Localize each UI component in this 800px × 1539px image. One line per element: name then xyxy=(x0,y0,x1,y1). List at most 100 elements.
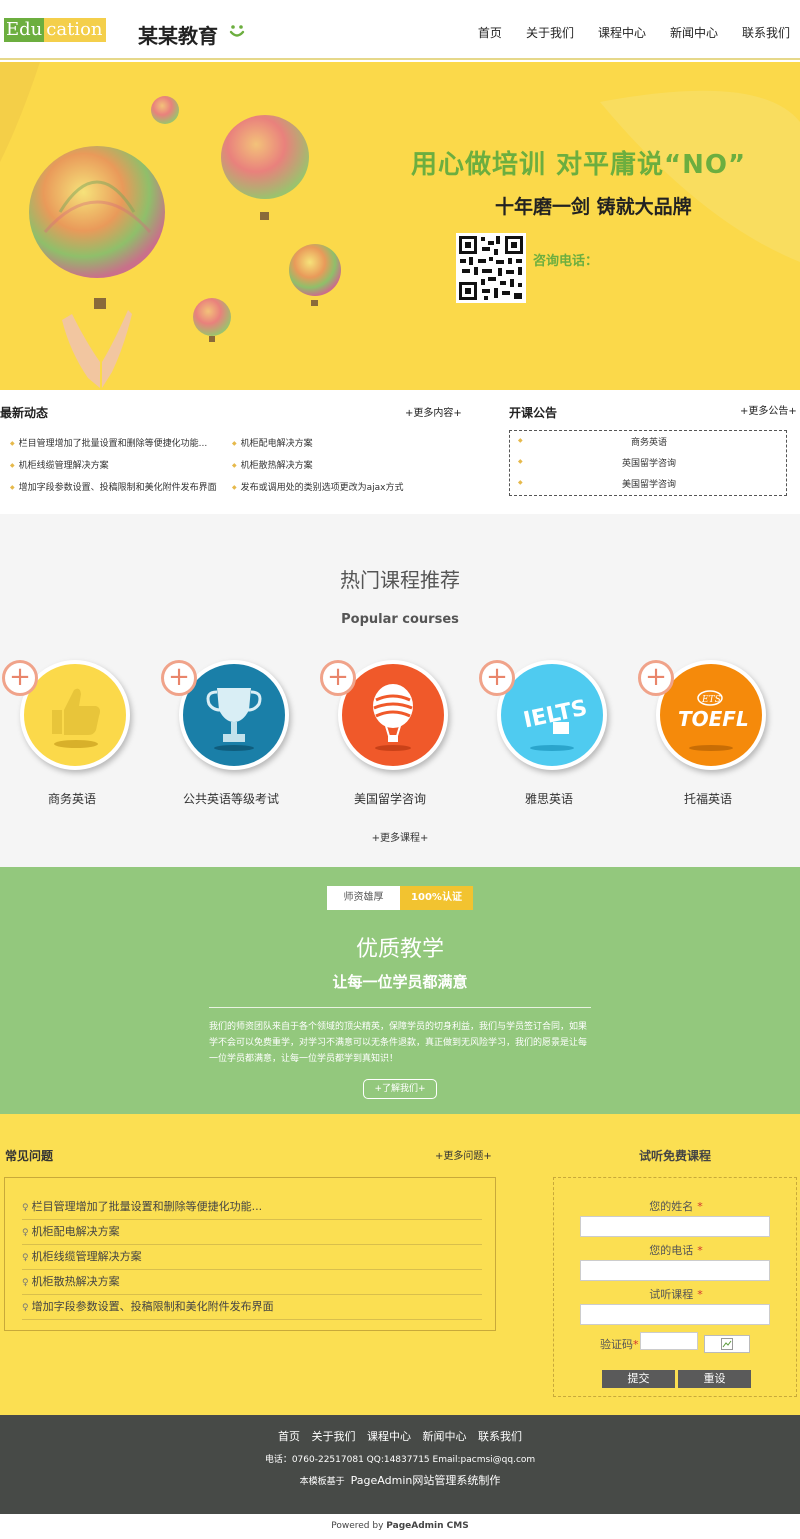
course-plus-icon[interactable]: + xyxy=(161,660,197,696)
divider xyxy=(209,1007,591,1008)
qr-code-icon xyxy=(456,233,526,303)
bullet-icon: ◆ xyxy=(518,458,523,465)
footer-contact: 电话：0760-22517081 QQ:14837715 Email:pacms… xyxy=(264,1455,536,1465)
captcha-label-text: 验证码 xyxy=(600,1338,633,1351)
notice-list: ◆ 商务英语 ◆ 英国留学咨询 ◆ 美国留学咨询 xyxy=(509,430,787,496)
captcha-label: 验证码* xyxy=(600,1336,639,1352)
submit-button[interactable]: 提交 xyxy=(602,1370,675,1388)
teacher-tag: 师资雄厚 xyxy=(327,886,400,910)
course-card-public-english[interactable]: + 公共英语等级考试 xyxy=(161,660,291,810)
course-input[interactable] xyxy=(580,1304,770,1325)
balloon-medium xyxy=(221,115,309,199)
ielts-logo-icon: IELTS xyxy=(521,696,590,751)
news-item[interactable]: 机柜配电解决方案 xyxy=(232,436,313,449)
site-name: 某某教育 xyxy=(138,24,218,48)
nav-contact[interactable]: 联系我们 xyxy=(742,24,790,41)
news-title: 最新动态 xyxy=(0,406,49,420)
captcha-image[interactable] xyxy=(704,1335,750,1353)
required-mark: * xyxy=(697,1244,703,1257)
course-card-toefl[interactable]: ETS TOEFL + 托福英语 xyxy=(638,660,768,810)
courses-more-link[interactable]: +更多课程+ xyxy=(0,829,800,844)
required-mark: * xyxy=(697,1200,703,1213)
news-item[interactable]: 机柜线缆管理解决方案 xyxy=(10,458,109,471)
footer-nav-contact[interactable]: 联系我们 xyxy=(478,1430,522,1443)
powered-brand-link[interactable]: PageAdmin CMS xyxy=(386,1521,468,1531)
popular-courses-section: 热门课程推荐 Popular courses + 商务英语 + 公共英语等级考试 xyxy=(0,514,800,867)
news-item[interactable]: 发布或调用处的类别选项更改为ajax方式 xyxy=(232,480,404,493)
thumbs-up-icon xyxy=(52,688,100,748)
ets-logo-text: ETS xyxy=(701,695,721,705)
banner-illustration xyxy=(0,62,800,388)
course-plus-icon[interactable]: + xyxy=(2,660,38,696)
banner-title: 用心做培训 对平庸说“NO” xyxy=(411,150,747,180)
notice-item-label: 英国留学咨询 xyxy=(621,459,676,469)
nav-about[interactable]: 关于我们 xyxy=(526,24,574,41)
footer-credit: 本模板基于 PageAdmin网站管理系统制作 xyxy=(0,1472,800,1488)
news-item[interactable]: 增加字段参数设置、投稿限制和美化附件发布界面 xyxy=(10,480,217,493)
notice-more-link[interactable]: +更多公告+ xyxy=(740,402,797,417)
learn-more-button[interactable]: +了解我们+ xyxy=(363,1079,437,1099)
balloon-large xyxy=(29,146,165,278)
footer-nav-about[interactable]: 关于我们 xyxy=(312,1430,356,1443)
faq-item[interactable]: 机柜配电解决方案 xyxy=(22,1220,482,1245)
footer-nav-courses[interactable]: 课程中心 xyxy=(367,1430,411,1443)
course-name: 公共英语等级考试 xyxy=(182,792,279,806)
course-plus-icon[interactable]: + xyxy=(320,660,356,696)
phone-input[interactable] xyxy=(580,1260,770,1281)
footer-credit-link[interactable]: PageAdmin网站管理系统制作 xyxy=(351,1474,501,1487)
notice-item-label: 美国留学咨询 xyxy=(621,480,676,490)
courses-subtitle: Popular courses xyxy=(341,612,459,627)
notice-item-label: 商务英语 xyxy=(630,438,667,448)
quality-subtitle: 让每一位学员都满意 xyxy=(332,973,468,991)
faq-item[interactable]: 机柜散热解决方案 xyxy=(22,1270,482,1295)
reset-button[interactable]: 重设 xyxy=(678,1370,751,1388)
name-label-text: 您的姓名 xyxy=(649,1200,694,1213)
course-plus-icon[interactable]: + xyxy=(638,660,674,696)
notice-item[interactable]: ◆ 商务英语 xyxy=(518,435,780,448)
captcha-input[interactable] xyxy=(640,1332,698,1350)
smile-icon xyxy=(229,25,245,37)
name-input[interactable] xyxy=(580,1216,770,1237)
nav-courses[interactable]: 课程中心 xyxy=(598,24,646,41)
faq-title: 常见问题 xyxy=(5,1149,54,1163)
footer-nav-news[interactable]: 新闻中心 xyxy=(423,1430,467,1443)
balloon-icon xyxy=(373,684,413,751)
faq-more-link[interactable]: +更多问题+ xyxy=(435,1147,492,1162)
phone-label: 咨询电话： xyxy=(533,254,599,269)
trial-form: 您的姓名 * 您的电话 * 试听课程 * 验证码* 提交 重设 xyxy=(553,1177,797,1397)
quality-description: 我们的师资团队来自于各个领域的顶尖精英，保障学员的切身利益，我们与学员签订合同，… xyxy=(209,1022,588,1064)
course-card-us-study[interactable]: + 美国留学咨询 xyxy=(320,660,450,810)
news-more-link[interactable]: +更多内容+ xyxy=(405,404,462,419)
phone-label-text: 您的电话 xyxy=(649,1244,694,1257)
footer-nav: 首页 关于我们 课程中心 新闻中心 联系我们 xyxy=(0,1428,800,1444)
logo[interactable]: Edu cation xyxy=(4,18,106,42)
nav-news[interactable]: 新闻中心 xyxy=(670,24,718,41)
hero-banner: 用心做培训 对平庸说“NO” 十年磨一剑 铸就大品牌 咨询电话： xyxy=(0,62,800,390)
hand-left xyxy=(62,314,100,388)
trophy-icon xyxy=(206,688,262,751)
course-card-business-english[interactable]: + 商务英语 xyxy=(2,660,132,810)
course-plus-icon[interactable]: + xyxy=(479,660,515,696)
balloon-small-top xyxy=(151,96,179,124)
notice-item[interactable]: ◆ 英国留学咨询 xyxy=(518,456,780,469)
broken-image-icon xyxy=(721,1338,733,1350)
footer-nav-home[interactable]: 首页 xyxy=(278,1430,300,1443)
phone-label: 您的电话 * xyxy=(554,1242,798,1258)
news-item[interactable]: 栏目管理增加了批量设置和删除等便捷化功能... xyxy=(10,436,208,449)
balloon-right xyxy=(289,244,341,296)
course-name: 托福英语 xyxy=(683,792,732,806)
news-item[interactable]: 机柜散热解决方案 xyxy=(232,458,313,471)
course-name: 美国留学咨询 xyxy=(353,792,426,806)
quality-teaching-section: 师资雄厚 100%认证 优质教学 让每一位学员都满意 我们的师资团队来自于各个领… xyxy=(0,867,800,1114)
nav-home[interactable]: 首页 xyxy=(478,24,502,41)
faq-item[interactable]: 增加字段参数设置、投稿限制和美化附件发布界面 xyxy=(22,1295,482,1320)
quality-title: 优质教学 xyxy=(355,937,444,962)
hand-right xyxy=(102,310,132,388)
notice-item[interactable]: ◆ 美国留学咨询 xyxy=(518,477,780,490)
site-footer: 首页 关于我们 课程中心 新闻中心 联系我们 电话：0760-22517081 … xyxy=(0,1415,800,1514)
faq-item[interactable]: 机柜线缆管理解决方案 xyxy=(22,1245,482,1270)
course-card-ielts[interactable]: IELTS + 雅思英语 xyxy=(479,660,609,810)
course-label: 试听课程 * xyxy=(554,1286,798,1302)
faq-item[interactable]: 栏目管理增加了批量设置和删除等便捷化功能... xyxy=(22,1195,482,1220)
toefl-logo-icon: ETS TOEFL xyxy=(678,690,749,751)
